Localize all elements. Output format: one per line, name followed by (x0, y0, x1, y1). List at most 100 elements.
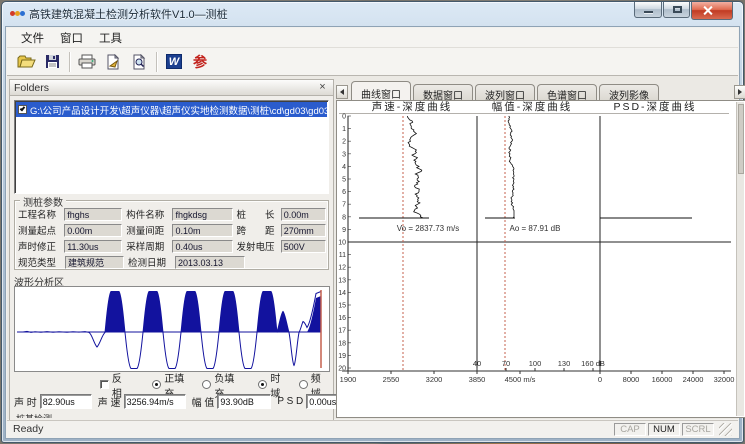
menu-tools[interactable]: 工具 (91, 28, 130, 48)
radio-icon (299, 380, 308, 389)
svg-text:1: 1 (342, 126, 346, 133)
client-area: Folders × G:\公司产品设计开发\超声仪器\超声仪实地检测数据\测桩\… (7, 76, 738, 419)
svg-text:32000: 32000 (714, 375, 735, 384)
svg-text:0: 0 (342, 114, 346, 121)
field-value: 0.40us (172, 240, 232, 253)
amplitude-label: 幅 值 (192, 394, 215, 409)
sound-time-field[interactable] (40, 394, 92, 409)
svg-text:160 dB: 160 dB (581, 359, 605, 368)
svg-text:3200: 3200 (426, 375, 443, 384)
tab-spectrum-window[interactable]: 色谱窗口 (537, 84, 597, 100)
svg-text:70: 70 (502, 359, 510, 368)
parameters-icon: 参 (193, 52, 207, 72)
chart-vertical-scrollbar[interactable] (736, 102, 744, 416)
scroll-tabs-right-button[interactable] (734, 85, 745, 99)
svg-text:3850: 3850 (469, 375, 486, 384)
field-value: 2013.03.13 (175, 256, 245, 269)
svg-text:4500 m/s: 4500 m/s (505, 375, 536, 384)
field-label: 声时修正 (18, 239, 64, 253)
scroll-tabs-left-button[interactable] (336, 85, 348, 99)
word-report-icon: W (166, 54, 182, 69)
menu-file[interactable]: 文件 (13, 28, 52, 48)
export-icon (105, 54, 121, 70)
sound-speed-field[interactable] (124, 394, 186, 409)
folders-panel-header: Folders × (10, 80, 333, 96)
resize-grip[interactable] (719, 423, 732, 436)
file-listbox[interactable]: G:\公司产品设计开发\超声仪器\超声仪实地检测数据\测桩\cd\gd03\gd… (14, 100, 329, 194)
app-window: 高铁建筑混凝土检测分析软件V1.0—测桩 文件 窗口 工具 (1, 1, 744, 443)
waveform-display[interactable] (14, 286, 330, 372)
menu-bar: 文件 窗口 工具 (7, 28, 738, 48)
close-button[interactable] (691, 2, 733, 20)
toolbar-separator (156, 52, 157, 72)
svg-text:130: 130 (558, 359, 571, 368)
svg-text:Vo = 2837.73 m/s: Vo = 2837.73 m/s (397, 224, 460, 233)
pile-params-groupbox: 测桩参数 工程名称 fhghs 构件名称 fhgkdsg 桩 长 0.00m 测… (14, 200, 329, 270)
analysis-waveform (15, 287, 329, 371)
tab-data-window[interactable]: 数据窗口 (413, 84, 473, 100)
close-icon (703, 6, 712, 15)
scrollbar-thumb[interactable] (738, 104, 744, 174)
save-button[interactable] (40, 51, 64, 73)
svg-text:9: 9 (342, 227, 346, 234)
radio-icon (152, 380, 161, 389)
maximize-button[interactable] (663, 2, 690, 18)
file-checkbox[interactable] (18, 105, 27, 114)
toolbar-separator (69, 52, 70, 72)
sound-speed-label: 声 速 (98, 394, 121, 409)
svg-text:19: 19 (338, 353, 346, 360)
print-preview-button[interactable] (127, 51, 151, 73)
maximize-icon (673, 6, 682, 13)
word-report-button[interactable]: W (162, 51, 186, 73)
checkbox-icon (100, 380, 109, 389)
print-icon (78, 54, 96, 69)
file-list-item[interactable]: G:\公司产品设计开发\超声仪器\超声仪实地检测数据\测桩\cd\gd03\gd… (16, 102, 327, 117)
svg-text:4: 4 (342, 164, 346, 171)
tab-wavetrain-image[interactable]: 波列影像 (599, 84, 659, 100)
field-label: 测量起点 (18, 223, 64, 237)
field-label: 工程名称 (18, 207, 64, 221)
parameters-button[interactable]: 参 (188, 51, 212, 73)
status-text: Ready (13, 423, 612, 435)
close-folders-button[interactable]: × (316, 82, 329, 93)
minimize-button[interactable] (634, 2, 662, 18)
export-button[interactable] (101, 51, 125, 73)
svg-text:14: 14 (338, 290, 346, 297)
field-label: 检测日期 (128, 255, 175, 269)
svg-text:2550: 2550 (383, 375, 400, 384)
svg-text:7: 7 (342, 202, 346, 209)
field-label: 采样周期 (126, 239, 172, 253)
field-value: 0.00m (281, 208, 326, 221)
open-file-button[interactable] (14, 51, 38, 73)
svg-text:16000: 16000 (652, 375, 673, 384)
svg-text:15: 15 (338, 303, 346, 310)
caps-lock-indicator: CAP (614, 423, 646, 436)
arrow-right-icon (738, 89, 742, 95)
folders-panel-title: Folders (14, 82, 316, 94)
field-value: fhghs (64, 208, 122, 221)
check-icon (20, 106, 26, 112)
svg-text:13: 13 (338, 277, 346, 284)
scroll-lock-indicator: SCRL (682, 423, 714, 436)
field-label: 发射电压 (237, 239, 281, 253)
num-lock-indicator: NUM (648, 423, 680, 436)
readouts-row: 声 时 声 速 幅 值 P S D (14, 394, 332, 409)
toolbar: W 参 (7, 48, 738, 76)
menu-window[interactable]: 窗口 (52, 28, 91, 48)
svg-text:3: 3 (342, 151, 346, 158)
status-bar: Ready CAP NUM SCRL (7, 420, 738, 437)
radio-icon (202, 380, 211, 389)
depth-curves-svg: 声速-深度曲线幅值-深度曲线PSD-深度曲线012345678910111213… (337, 101, 736, 416)
tab-wavetrain-window[interactable]: 波列窗口 (475, 84, 535, 100)
folders-panel: Folders × G:\公司产品设计开发\超声仪器\超声仪实地检测数据\测桩\… (9, 79, 334, 426)
field-value: 500V (281, 240, 326, 253)
svg-text:11: 11 (339, 252, 346, 259)
minimize-icon (644, 11, 653, 13)
amplitude-field[interactable] (217, 394, 271, 409)
title-bar[interactable]: 高铁建筑混凝土检测分析软件V1.0—测桩 (2, 2, 743, 26)
svg-text:PSD-深度曲线: PSD-深度曲线 (613, 101, 696, 113)
print-button[interactable] (75, 51, 99, 73)
tab-curve-window[interactable]: 曲线窗口 (351, 81, 411, 100)
svg-text:Ao = 87.91 dB: Ao = 87.91 dB (510, 224, 561, 233)
svg-text:声速-深度曲线: 声速-深度曲线 (372, 101, 453, 113)
